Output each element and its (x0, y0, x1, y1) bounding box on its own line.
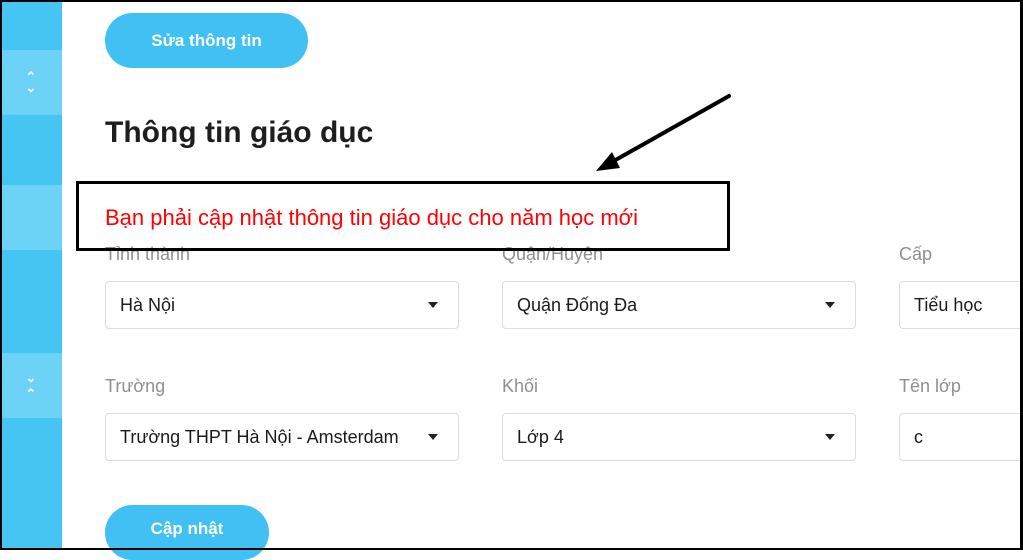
district-select[interactable]: Quận Đống Đa (502, 281, 856, 329)
sidebar: ⌃ ⌄ ⌄ ⌃ (0, 0, 62, 550)
province-select[interactable]: Hà Nội (105, 281, 459, 329)
grade-value: Lớp 4 (517, 427, 564, 447)
school-select[interactable]: Trường THPT Hà Nội - Amsterdam (105, 413, 459, 461)
level-label: Cấp (899, 244, 933, 264)
update-button[interactable]: Cập nhật (105, 505, 269, 560)
grade-select[interactable]: Lớp 4 (502, 413, 856, 461)
sidebar-band (0, 418, 62, 550)
caret-down-icon (825, 434, 835, 440)
caret-down-icon (428, 302, 438, 308)
screenshot-frame (0, 0, 1023, 550)
arrow-icon (596, 94, 731, 171)
class-name-label: Tên lớp (899, 376, 961, 396)
grade-label: Khối (502, 376, 539, 396)
sidebar-band (0, 185, 62, 250)
update-required-notice: Bạn phải cập nhật thông tin giáo dục cho… (105, 205, 638, 230)
district-value: Quận Đống Đa (517, 295, 638, 315)
edit-info-button[interactable]: Sửa thông tin (105, 13, 308, 68)
school-label: Trường (105, 376, 166, 396)
sidebar-band (0, 115, 62, 185)
chevron-down-icon: ⌄ (25, 80, 37, 95)
sidebar-collapse-button[interactable]: ⌄ ⌃ (0, 353, 62, 418)
province-value: Hà Nội (120, 295, 176, 315)
sidebar-band (0, 250, 62, 353)
sidebar-band (0, 0, 62, 50)
caret-down-icon (428, 434, 438, 440)
class-name-input[interactable]: c (899, 413, 1023, 461)
section-title: Thông tin giáo dục (105, 116, 374, 149)
level-value: Tiểu học (914, 295, 983, 315)
level-select[interactable]: Tiểu học (899, 281, 1023, 329)
school-value: Trường THPT Hà Nội - Amsterdam (120, 427, 399, 447)
caret-down-icon (825, 302, 835, 308)
class-name-value: c (914, 427, 923, 447)
chevron-down-icon: ⌄ (25, 370, 37, 385)
sidebar-expand-button[interactable]: ⌃ ⌄ (0, 50, 62, 115)
chevron-up-icon: ⌃ (25, 386, 37, 401)
